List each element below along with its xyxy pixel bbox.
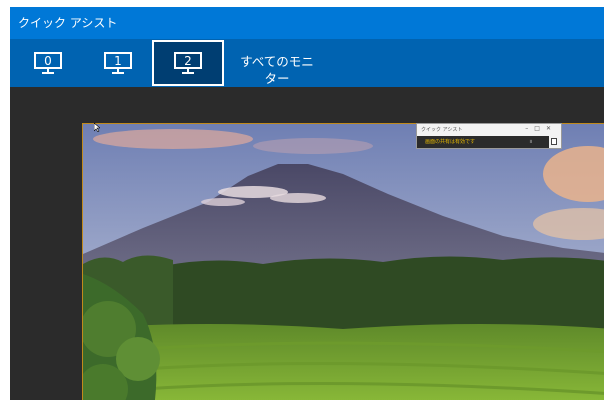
window-title: クイック アシスト xyxy=(18,16,118,30)
sharing-status-text: 画面の共有は有効です xyxy=(425,139,476,145)
all-monitors-button[interactable]: すべてのモニター xyxy=(234,53,320,87)
pause-icon: ॥ xyxy=(529,139,532,145)
monitor-toolbar: 0 1 2 すべてのモニター xyxy=(10,39,604,87)
remote-quick-assist-window: クイック アシスト –□✕ 画面の共有は有効です ॥ xyxy=(416,123,562,149)
monitor-1-label: 1 xyxy=(114,54,122,68)
clipboard-icon xyxy=(551,138,557,145)
remote-screen-preview[interactable] xyxy=(82,123,604,400)
monitor-icon: 1 xyxy=(104,52,132,74)
quick-assist-window: クイック アシスト 0 1 2 すべてのモニター クイック アシスト –□✕ 画… xyxy=(10,7,604,400)
mini-window-title: クイック アシスト xyxy=(421,127,463,133)
monitor-2-label: 2 xyxy=(184,54,192,68)
monitor-icon: 0 xyxy=(34,52,62,74)
monitor-icon: 2 xyxy=(174,52,202,74)
mini-window-controls: –□✕ xyxy=(525,125,557,132)
title-bar: クイック アシスト xyxy=(10,7,604,39)
mouse-pointer-icon xyxy=(94,123,100,132)
monitor-2-button[interactable]: 2 xyxy=(152,40,224,86)
monitor-0-label: 0 xyxy=(44,54,52,68)
landscape-wallpaper xyxy=(83,124,604,400)
monitor-1-button[interactable]: 1 xyxy=(82,40,154,86)
monitor-0-button[interactable]: 0 xyxy=(12,40,84,86)
